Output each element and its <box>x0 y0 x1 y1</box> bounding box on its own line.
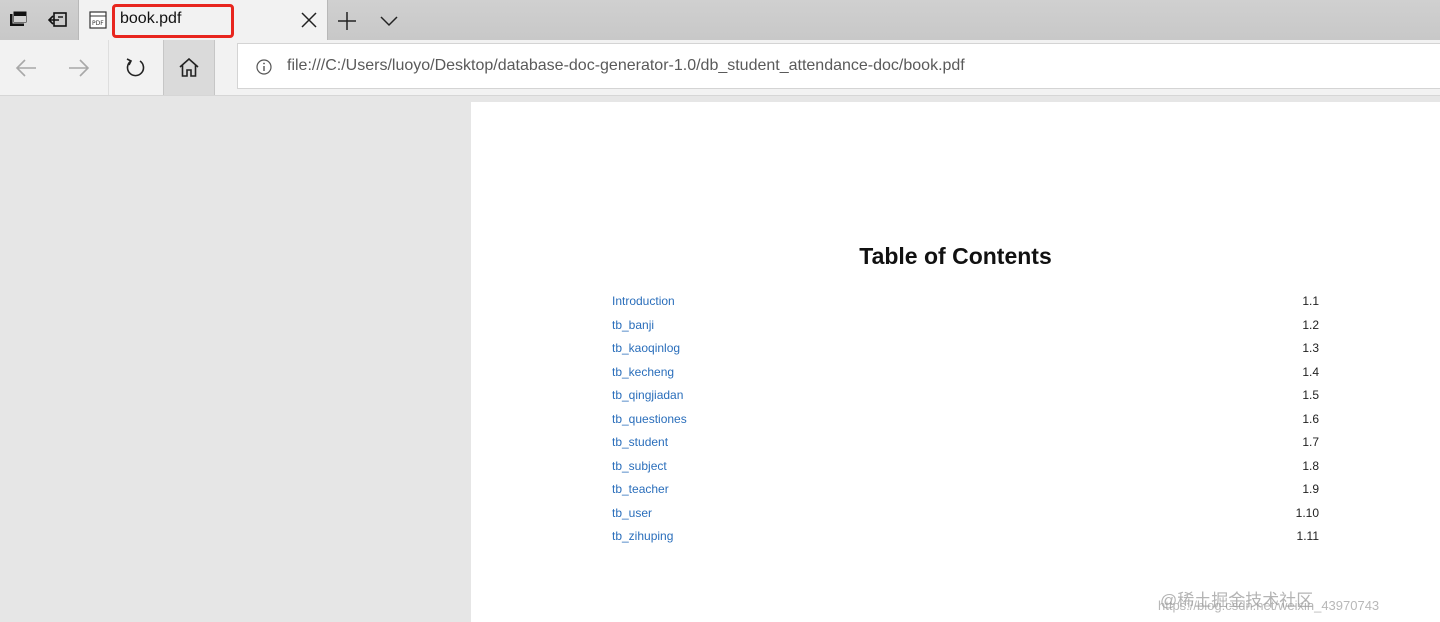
toc-link[interactable]: tb_subject <box>612 459 667 473</box>
toc-number: 1.11 <box>1296 529 1319 543</box>
tab-title: book.pdf <box>120 10 182 27</box>
toc-entry[interactable]: tb_student 1.7 <box>612 435 1319 453</box>
toc-link[interactable]: tb_qingjiadan <box>612 388 683 402</box>
pdf-icon: PDF <box>89 11 107 29</box>
toc-link[interactable]: tb_zihuping <box>612 529 673 543</box>
toc-number: 1.5 <box>1302 388 1319 402</box>
tab-book-pdf[interactable]: PDF book.pdf <box>78 0 328 40</box>
toc-number: 1.10 <box>1295 506 1319 520</box>
tab-list-icon[interactable] <box>378 11 400 31</box>
refresh-icon <box>126 57 145 76</box>
toc-entry[interactable]: tb_kaoqinlog 1.3 <box>612 341 1319 359</box>
toc-entry[interactable]: tb_banji 1.2 <box>612 318 1319 336</box>
toc-link[interactable]: tb_student <box>612 435 668 449</box>
home-icon <box>179 57 199 77</box>
forward-button[interactable] <box>53 40 105 95</box>
toc-entry[interactable]: tb_kecheng 1.4 <box>612 365 1319 383</box>
toc-number: 1.3 <box>1302 341 1319 355</box>
toc-entry[interactable]: Introduction 1.1 <box>612 294 1319 312</box>
pdf-page: Table of Contents Introduction 1.1 tb_ba… <box>471 102 1440 622</box>
toc-entry[interactable]: tb_qingjiadan 1.5 <box>612 388 1319 406</box>
toc-link[interactable]: tb_user <box>612 506 652 520</box>
back-button[interactable] <box>0 40 52 95</box>
watermark-text: @稀土掘金技术社区 <box>1160 591 1314 610</box>
toc-entry[interactable]: tb_subject 1.8 <box>612 459 1319 477</box>
new-tab-icon[interactable] <box>336 10 358 32</box>
toc-number: 1.1 <box>1302 294 1319 308</box>
toc-link[interactable]: tb_kecheng <box>612 365 674 379</box>
close-icon[interactable] <box>299 10 319 30</box>
toc-number: 1.6 <box>1302 412 1319 426</box>
restore-tabs-icon <box>48 12 67 27</box>
tab-strip: PDF book.pdf <box>0 0 1440 40</box>
toc-entry[interactable]: tb_user 1.10 <box>612 506 1319 524</box>
back-icon <box>15 58 36 77</box>
toc-link[interactable]: tb_banji <box>612 318 654 332</box>
page-title: Table of Contents <box>859 243 1052 269</box>
toc-entry[interactable]: tb_questiones 1.6 <box>612 412 1319 430</box>
toc-entry[interactable]: tb_zihuping 1.11 <box>612 529 1319 547</box>
toc-entry[interactable]: tb_teacher 1.9 <box>612 482 1319 500</box>
refresh-button[interactable] <box>109 40 161 95</box>
navigation-bar: file:///C:/Users/luoyo/Desktop/database-… <box>0 40 1440 96</box>
toc-link[interactable]: Introduction <box>612 294 675 308</box>
toc-number: 1.7 <box>1302 435 1319 449</box>
toc-link[interactable]: tb_teacher <box>612 482 669 496</box>
set-tabs-aside-button[interactable] <box>0 0 38 40</box>
home-button[interactable] <box>163 40 215 95</box>
forward-icon <box>69 58 90 77</box>
address-bar[interactable]: file:///C:/Users/luoyo/Desktop/database-… <box>237 43 1440 89</box>
toc-link[interactable]: tb_questiones <box>612 412 687 426</box>
set-tabs-aside-icon <box>10 11 28 26</box>
toc-link[interactable]: tb_kaoqinlog <box>612 341 680 355</box>
toc-number: 1.8 <box>1302 459 1319 473</box>
info-icon[interactable] <box>256 59 272 75</box>
url-text[interactable]: file:///C:/Users/luoyo/Desktop/database-… <box>287 57 965 75</box>
toc-number: 1.4 <box>1302 365 1319 379</box>
svg-text:PDF: PDF <box>92 20 104 27</box>
restore-tabs-button[interactable] <box>39 0 77 40</box>
toc-number: 1.9 <box>1302 482 1319 496</box>
pdf-viewer: Table of Contents Introduction 1.1 tb_ba… <box>0 96 1440 622</box>
toc-number: 1.2 <box>1302 318 1319 332</box>
